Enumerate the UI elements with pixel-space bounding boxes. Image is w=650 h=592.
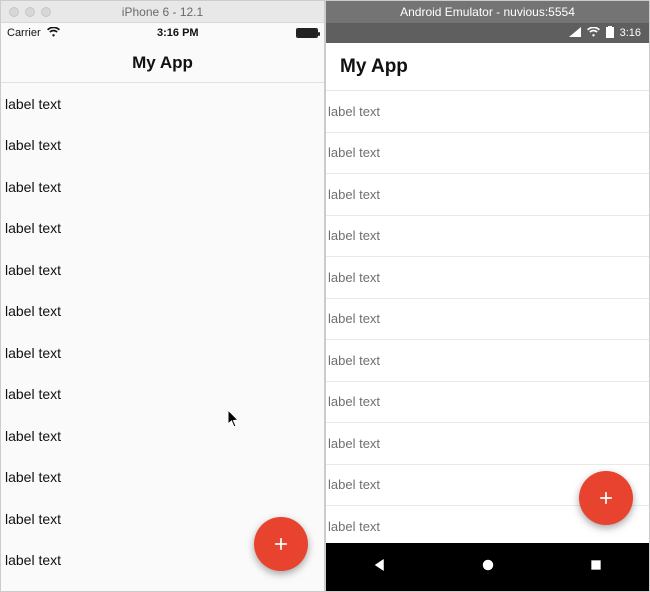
list-item-label: label text <box>328 477 380 492</box>
list-item-label: label text <box>328 436 380 451</box>
list-item-label: label text <box>328 270 380 285</box>
list-item[interactable]: label text <box>1 125 324 167</box>
android-appbar: My App <box>326 43 649 91</box>
clock-label: 3:16 <box>620 27 641 39</box>
list-item-label: label text <box>5 552 61 568</box>
list-item-label: label text <box>5 137 61 153</box>
list-item[interactable]: label text <box>1 374 324 416</box>
list-item-label: label text <box>328 104 380 119</box>
recents-button[interactable] <box>588 557 604 578</box>
plus-icon <box>271 534 291 554</box>
list-item[interactable]: label text <box>326 174 649 216</box>
list-item[interactable]: label text <box>1 83 324 125</box>
list-item[interactable]: label text <box>1 291 324 333</box>
ios-window-title: iPhone 6 - 12.1 <box>1 5 324 19</box>
list-item[interactable]: label text <box>1 249 324 291</box>
list-item[interactable]: label text <box>1 415 324 457</box>
list-item-label: label text <box>5 262 61 278</box>
fab-add-button[interactable] <box>254 517 308 571</box>
list-item[interactable]: label text <box>326 299 649 341</box>
android-window-title: Android Emulator - nuvious:5554 <box>400 5 575 19</box>
ios-status-bar: Carrier 3:16 PM <box>1 23 324 43</box>
list-item-label: label text <box>328 187 380 202</box>
list-item-label: label text <box>5 179 61 195</box>
list-item-label: label text <box>328 519 380 534</box>
wifi-icon <box>47 26 60 40</box>
circle-home-icon <box>479 556 497 574</box>
list-item[interactable]: label text <box>1 581 324 591</box>
list-item-label: label text <box>5 469 61 485</box>
list-item-label: label text <box>5 386 61 402</box>
back-button[interactable] <box>371 556 389 579</box>
plus-icon <box>596 488 616 508</box>
carrier-label: Carrier <box>7 27 41 39</box>
list-item[interactable]: label text <box>326 216 649 258</box>
list-item[interactable]: label text <box>326 340 649 382</box>
list-item[interactable]: label text <box>1 166 324 208</box>
list-item[interactable]: label text <box>326 423 649 465</box>
ios-simulator-window: iPhone 6 - 12.1 Carrier 3:16 PM My App l… <box>0 0 325 592</box>
page-title: My App <box>340 56 408 78</box>
list-item-label: label text <box>328 145 380 160</box>
list-item[interactable]: label text <box>326 91 649 133</box>
android-window-titlebar: Android Emulator - nuvious:5554 <box>326 1 649 23</box>
android-status-bar: 3:16 <box>326 23 649 43</box>
list-item[interactable]: label text <box>326 257 649 299</box>
list-item-label: label text <box>328 353 380 368</box>
list-item[interactable]: label text <box>326 382 649 424</box>
square-recents-icon <box>588 557 604 573</box>
fab-add-button[interactable] <box>579 471 633 525</box>
list-item-label: label text <box>5 511 61 527</box>
signal-icon <box>569 27 581 40</box>
android-nav-bar <box>326 543 649 591</box>
android-emulator-window: Android Emulator - nuvious:5554 3:16 My … <box>325 0 650 592</box>
battery-icon <box>296 28 318 38</box>
ios-navbar: My App <box>1 43 324 83</box>
list-item-label: label text <box>5 345 61 361</box>
ios-window-titlebar: iPhone 6 - 12.1 <box>1 1 324 23</box>
triangle-back-icon <box>371 556 389 574</box>
list-item[interactable]: label text <box>1 332 324 374</box>
page-title: My App <box>132 53 193 73</box>
list-item[interactable]: label text <box>1 457 324 499</box>
list-item[interactable]: label text <box>1 208 324 250</box>
list-item-label: label text <box>5 303 61 319</box>
home-button[interactable] <box>479 556 497 579</box>
clock-label: 3:16 PM <box>157 27 199 39</box>
ios-list[interactable]: label text label text label text label text… <box>1 83 324 591</box>
list-item-label: label text <box>5 220 61 236</box>
wifi-icon <box>587 27 600 40</box>
list-item-label: label text <box>328 394 380 409</box>
list-item[interactable]: label text <box>326 133 649 175</box>
list-item-label: label text <box>5 428 61 444</box>
list-item-label: label text <box>328 311 380 326</box>
list-item-label: label text <box>5 96 61 112</box>
battery-icon <box>606 26 614 41</box>
list-item-label: label text <box>328 228 380 243</box>
